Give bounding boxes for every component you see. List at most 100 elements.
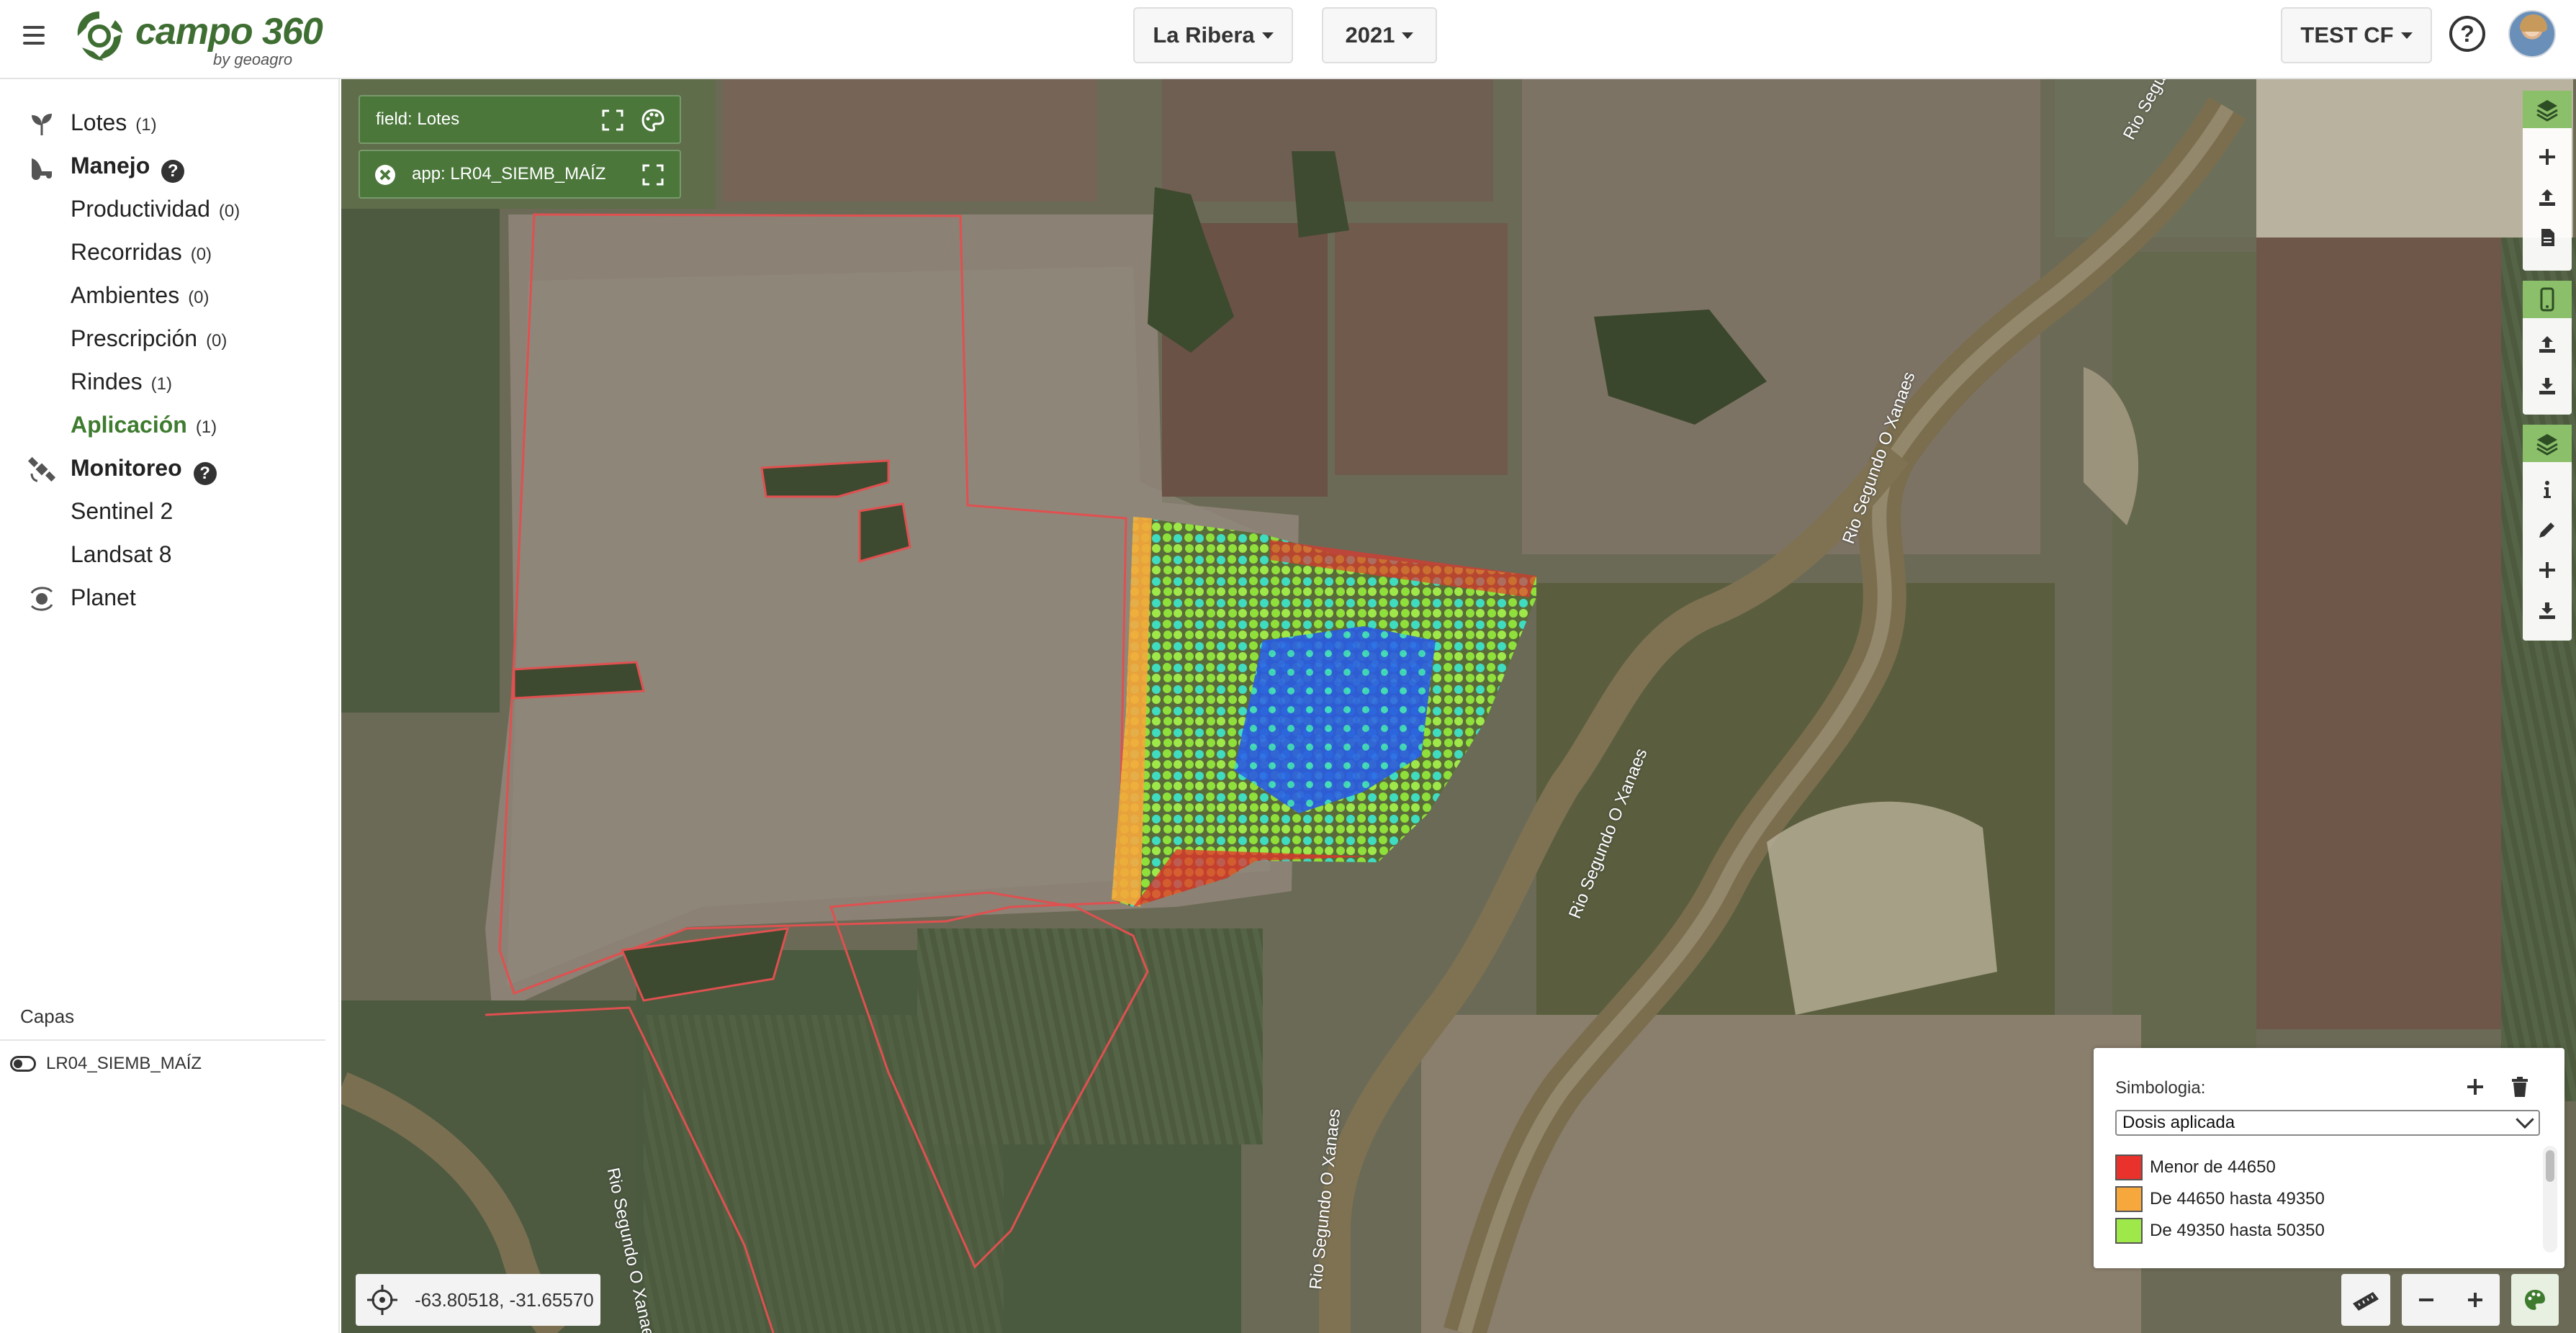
user-select-label: TEST CF [2300,22,2394,48]
palette-icon[interactable] [641,108,665,132]
year-select[interactable]: 2021 [1322,7,1437,63]
menu-icon[interactable] [23,26,45,45]
layer-visibility-toggle[interactable] [10,1056,36,1072]
sidebar-item-productividad[interactable]: Productividad (0) [71,196,240,222]
help-icon[interactable]: ? [161,160,185,183]
chevron-down-icon [2516,1110,2534,1129]
sidebar-item-lotes[interactable]: Lotes (1) [71,109,157,136]
sidebar-section-monitoreo[interactable]: Monitoreo ? [71,455,217,485]
avatar[interactable] [2508,10,2556,58]
sidebar-item-sentinel-2[interactable]: Sentinel 2 [71,498,173,525]
legend-swatch [2115,1154,2143,1180]
sidebar-item-count: (0) [206,331,228,351]
layers-icon [2536,434,2558,456]
legend-swatch [2115,1186,2143,1212]
top-bar: campo 360 by geoagro La Ribera 2021 TEST… [0,0,2576,79]
map-canvas[interactable]: Rio Segundo Rio Segundo O Xanaes Rio Seg… [341,79,2576,1333]
help-icon[interactable]: ? [2449,16,2485,52]
delete-symbology-button[interactable] [2505,1072,2534,1101]
field-layer-chip[interactable]: field: Lotes [359,95,681,144]
brand-logo[interactable]: campo 360 by geoagro [72,7,323,68]
fullscreen-icon[interactable] [641,163,665,187]
map-toolbar-device [2523,281,2572,415]
plus-icon [2467,1079,2483,1095]
help-icon[interactable]: ? [193,462,217,485]
upload-button[interactable] [2523,179,2572,216]
planet-icon [30,587,53,611]
pencil-icon [2539,523,2554,538]
add-button[interactable] [2523,138,2572,176]
chevron-down-icon [2400,32,2413,39]
sidebar-item-count: (0) [190,245,212,264]
sidebar-item-label: Prescripción [71,325,198,351]
info-button[interactable] [2523,471,2572,508]
sidebar-item-label: Sentinel 2 [71,498,174,524]
upload-icon [2539,336,2555,353]
legend-item: Menor de 44650 [2115,1154,2276,1180]
trash-icon [2512,1077,2528,1097]
layers-icon [2536,100,2558,122]
symbology-title: Simbologia: [2115,1078,2206,1098]
zoom-out-button[interactable] [2402,1274,2451,1326]
campo-select[interactable]: La Ribera [1133,7,1293,63]
symbology-scrollbar[interactable] [2543,1146,2557,1252]
app-layer-chip[interactable]: app: LR04_SIEMB_MAÍZ [359,150,681,199]
close-icon[interactable] [373,163,397,187]
sidebar-item-ambientes[interactable]: Ambientes (0) [71,282,210,309]
legend-item: De 44650 hasta 49350 [2115,1186,2325,1212]
layers-header-label: Capas [20,1005,75,1027]
legend-label: De 44650 hasta 49350 [2150,1189,2325,1208]
edit-button[interactable] [2523,511,2572,548]
sidebar-section-manejo[interactable]: Manejo ? [71,153,185,183]
zoom-in-button[interactable] [2451,1274,2500,1326]
ruler-icon [2353,1292,2379,1311]
info-icon [2544,481,2551,498]
download-button[interactable] [2523,592,2572,629]
palette-icon [2525,1290,2545,1310]
sidebar-item-rindes[interactable]: Rindes (1) [71,369,172,395]
chevron-down-icon [1402,32,1414,39]
chevron-down-icon [1261,32,1274,39]
campo-select-label: La Ribera [1153,22,1255,48]
add-symbology-button[interactable] [2461,1072,2490,1101]
sidebar-item-landsat-8[interactable]: Landsat 8 [71,541,172,568]
layers-button[interactable] [2523,91,2572,128]
layers-header: Capas [0,993,325,1041]
measure-button[interactable] [2341,1274,2390,1326]
mobile-icon [2540,287,2554,312]
layer-item: LR04_SIEMB_MAÍZ [10,1054,202,1074]
app-layer-chip-label: app: LR04_SIEMB_MAÍZ [412,164,606,184]
map-toolbar-edit [2523,425,2572,641]
legend-label: Menor de 44650 [2150,1157,2276,1177]
crosshair-icon[interactable] [366,1283,399,1316]
tractor-icon [32,158,52,180]
sidebar-item-prescripcion[interactable]: Prescripción (0) [71,325,227,352]
zoom-controls [2402,1274,2500,1326]
sidebar-item-label: Ambientes [71,282,180,308]
layers-button[interactable] [2523,425,2572,462]
sidebar-item-label: Productividad [71,196,210,222]
sidebar-item-aplicacion[interactable]: Aplicación (1) [71,412,217,438]
sidebar-section-label: Monitoreo [71,455,182,481]
sidebar-item-recorridas[interactable]: Recorridas (0) [71,239,212,266]
legend-item: De 49350 hasta 50350 [2115,1218,2325,1244]
sidebar-item-label: Rindes [71,369,143,394]
fullscreen-icon[interactable] [600,108,625,132]
document-button[interactable] [2523,219,2572,256]
sidebar-item-count: (0) [188,288,210,307]
sidebar-item-count: (1) [195,417,217,437]
plus-icon [2539,562,2555,578]
map-toolbar-layers [2523,91,2572,271]
user-select[interactable]: TEST CF [2281,7,2432,63]
upload-button[interactable] [2523,325,2572,363]
symbology-select[interactable]: Dosis aplicada [2115,1110,2540,1136]
sidebar-item-label: Planet [71,584,136,610]
device-button[interactable] [2523,281,2572,318]
add-button[interactable] [2523,551,2572,589]
year-select-label: 2021 [1345,22,1395,48]
sidebar-item-planet[interactable]: Planet [71,584,136,611]
sidebar: Lotes (1) Manejo ? Productividad (0) Rec… [0,79,340,1333]
download-button[interactable] [2523,367,2572,405]
symbology-toggle-button[interactable] [2511,1274,2559,1326]
coordinates-display: -63.80518, -31.65570 [356,1274,600,1326]
